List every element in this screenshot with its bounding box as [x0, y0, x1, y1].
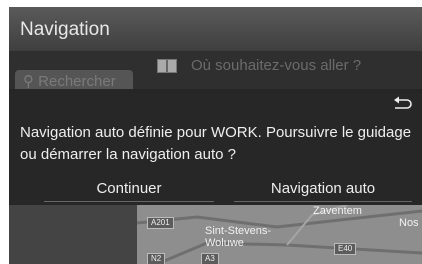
road-tag-n2: N2 — [147, 253, 166, 264]
auto-navigation-button[interactable]: Navigation auto — [234, 176, 412, 202]
place-woluwe: Woluwe — [205, 237, 244, 249]
auto-navigation-dialog: Navigation auto définie pour WORK. Pours… — [9, 89, 422, 205]
dialog-message-line1: Navigation auto définie pour WORK. Pours… — [20, 124, 412, 141]
map-side-panel — [9, 205, 137, 264]
dialog-message-line2: ou démarrer la navigation auto ? — [20, 146, 236, 163]
road-tag-e40: E40 — [334, 243, 357, 255]
map-roads — [137, 205, 422, 264]
road-tag-a201: A201 — [147, 217, 174, 229]
continue-button[interactable]: Continuer — [44, 176, 214, 202]
destination-flag-icon[interactable] — [157, 59, 177, 73]
map-view[interactable]: A201 Sint-Stevens- Woluwe Zaventem Nos E… — [9, 205, 422, 264]
search-row: ⚲ Rechercher Où souhaitez-vous aller ? — [9, 51, 422, 93]
back-arrow-icon[interactable] — [392, 94, 414, 110]
dialog-message: Navigation auto définie pour WORK. Pours… — [20, 122, 422, 166]
search-icon: ⚲ — [23, 73, 39, 90]
map-area[interactable]: A201 Sint-Stevens- Woluwe Zaventem Nos E… — [137, 205, 422, 264]
road-tag-a3: A3 — [201, 253, 219, 264]
header-bar: Navigation — [9, 7, 422, 51]
place-nos: Nos — [399, 217, 419, 229]
page-title: Navigation — [20, 19, 110, 40]
navigation-screen: Navigation ⚲ Rechercher Où souhaitez-vou… — [9, 7, 422, 264]
place-zaventem: Zaventem — [313, 205, 362, 217]
destination-input[interactable]: Où souhaitez-vous aller ? — [191, 57, 361, 74]
search-button-label: Rechercher — [38, 73, 116, 90]
place-sint-stevens: Sint-Stevens- — [205, 225, 272, 237]
